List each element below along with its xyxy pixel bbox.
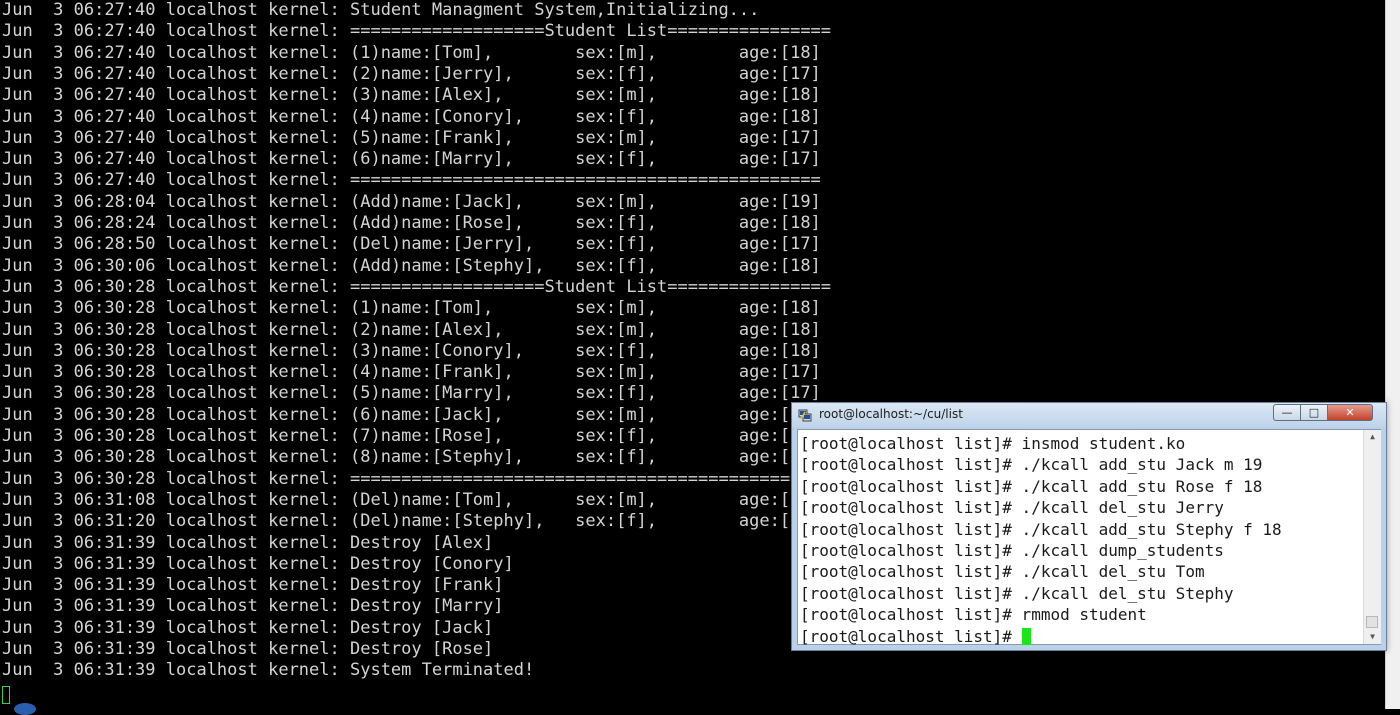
putty-command-line: [root@localhost list]# ./kcall del_stu J… — [800, 498, 1224, 518]
putty-prompt-line[interactable]: [root@localhost list]# — [800, 626, 1365, 647]
terminal-line: Jun 3 06:31:08 localhost kernel: (Del)na… — [2, 489, 821, 510]
terminal-line: Jun 3 06:30:28 localhost kernel: (7)name… — [2, 426, 821, 446]
putty-command-line: [root@localhost list]# ./kcall del_stu T… — [800, 562, 1205, 582]
scroll-up-arrow[interactable]: ▲ — [1364, 430, 1381, 444]
terminal-line: Jun 3 06:27:40 localhost kernel: (4)name… — [2, 106, 821, 127]
putty-titlebar[interactable]: root@localhost:~/cu/list — □ ✕ — [792, 403, 1386, 427]
terminal-line: Jun 3 06:31:39 localhost kernel: Destroy… — [2, 553, 514, 574]
maximize-button[interactable]: □ — [1300, 404, 1328, 421]
terminal-line: Jun 3 06:31:39 localhost kernel: System … — [2, 660, 535, 681]
terminal-line: Jun 3 06:30:28 localhost kernel: (6)name… — [2, 404, 821, 425]
terminal-line: Jun 3 06:28:50 localhost kernel: (Del)na… — [2, 234, 821, 255]
terminal-line: Jun 3 06:30:28 localhost kernel: (1)name… — [2, 298, 821, 319]
putty-command-line: [root@localhost list]# insmod student.ko — [800, 434, 1186, 453]
putty-command-line: [root@localhost list]# ./kcall add_stu J… — [800, 455, 1263, 475]
screen-scrollbar[interactable] — [1385, 0, 1400, 709]
putty-command-line: [root@localhost list]# ./kcall add_stu R… — [800, 476, 1263, 496]
terminal-line: Jun 3 06:27:40 localhost kernel: (6)name… — [2, 149, 821, 170]
terminal-line: Jun 3 06:27:40 localhost kernel: (5)name… — [2, 127, 821, 148]
terminal-line: Jun 3 06:30:28 localhost kernel: (2)name… — [2, 319, 821, 340]
close-button[interactable]: ✕ — [1327, 404, 1373, 421]
terminal-line: Jun 3 06:28:24 localhost kernel: (Add)na… — [2, 213, 821, 233]
terminal-line: Jun 3 06:27:40 localhost kernel: =======… — [2, 21, 832, 42]
terminal-cursor — [2, 686, 10, 704]
taskbar-orb-icon — [14, 703, 36, 715]
putty-command-line: [root@localhost list]# ./kcall add_stu S… — [800, 519, 1282, 539]
terminal-line: Jun 3 06:30:28 localhost kernel: (4)name… — [2, 362, 821, 383]
putty-command-line: [root@localhost list]# ./kcall dump_stud… — [800, 540, 1224, 560]
terminal-line: Jun 3 06:31:39 localhost kernel: Destroy… — [2, 639, 494, 659]
terminal-line: Jun 3 06:27:40 localhost kernel: (1)name… — [2, 42, 821, 63]
terminal-line: Jun 3 06:30:28 localhost kernel: (5)name… — [2, 383, 821, 404]
terminal-line: Jun 3 06:30:06 localhost kernel: (Add)na… — [2, 255, 821, 276]
terminal-line: Jun 3 06:30:28 localhost kernel: (3)name… — [2, 340, 821, 361]
terminal-line: Jun 3 06:31:39 localhost kernel: Destroy… — [2, 596, 504, 617]
scroll-down-arrow[interactable]: ▼ — [1364, 630, 1381, 644]
putty-terminal[interactable]: [root@localhost list]# insmod student.ko… — [797, 429, 1381, 647]
putty-window[interactable]: root@localhost:~/cu/list — □ ✕ [root@loc… — [791, 402, 1387, 651]
scroll-thumb[interactable] — [1366, 616, 1378, 628]
terminal-line: Jun 3 06:27:40 localhost kernel: Student… — [2, 0, 760, 20]
terminal-line: Jun 3 06:27:40 localhost kernel: =======… — [2, 170, 821, 191]
prompt-text: [root@localhost list]# — [800, 626, 1022, 646]
putty-app-icon — [798, 409, 812, 422]
terminal-line: Jun 3 06:30:28 localhost kernel: =======… — [2, 468, 821, 489]
window-title: root@localhost:~/cu/list — [819, 407, 963, 421]
minimize-button[interactable]: — — [1273, 404, 1301, 421]
terminal-line: Jun 3 06:30:28 localhost kernel: =======… — [2, 276, 832, 297]
terminal-line: Jun 3 06:28:04 localhost kernel: (Add)na… — [2, 191, 821, 212]
terminal-line: Jun 3 06:31:39 localhost kernel: Destroy… — [2, 617, 494, 638]
terminal-line: Jun 3 06:31:39 localhost kernel: Destroy… — [2, 532, 494, 553]
putty-scrollbar[interactable]: ▲ ▼ — [1363, 430, 1381, 644]
terminal-line: Jun 3 06:30:28 localhost kernel: (8)name… — [2, 447, 821, 468]
terminal-line: Jun 3 06:27:40 localhost kernel: (2)name… — [2, 63, 821, 84]
terminal-line: Jun 3 06:31:20 localhost kernel: (Del)na… — [2, 511, 821, 532]
terminal-line: Jun 3 06:31:39 localhost kernel: Destroy… — [2, 575, 504, 596]
text-cursor — [1021, 627, 1031, 645]
putty-command-line: [root@localhost list]# rmmod student — [800, 605, 1147, 625]
putty-output: [root@localhost list]# insmod student.ko… — [800, 433, 1365, 647]
terminal-line: Jun 3 06:27:40 localhost kernel: (3)name… — [2, 85, 821, 106]
putty-command-line: [root@localhost list]# ./kcall del_stu S… — [800, 583, 1234, 603]
